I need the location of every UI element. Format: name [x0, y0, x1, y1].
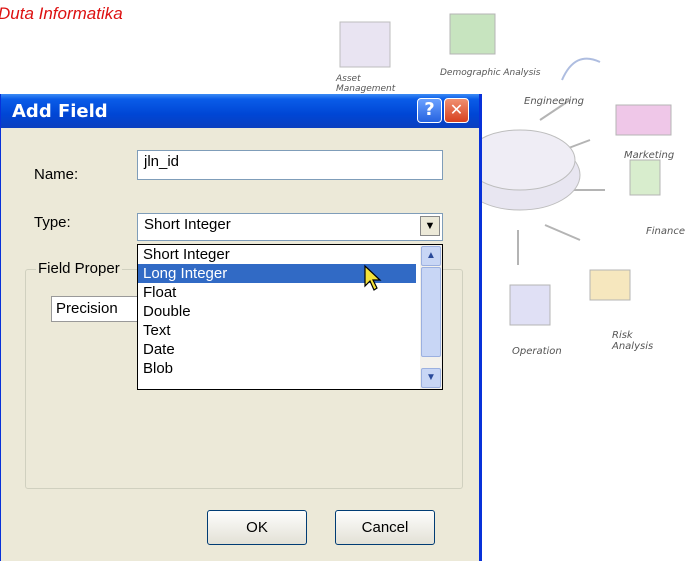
brand-title: Duta Informatika [0, 4, 123, 23]
close-icon[interactable]: ✕ [444, 98, 469, 123]
bg-label-operation: Operation [512, 346, 562, 357]
bg-label-engineering: Engineering [524, 96, 584, 107]
bg-label-asset: Asset Management [336, 74, 396, 94]
scroll-thumb[interactable] [421, 267, 441, 357]
dialog-title: Add Field [12, 101, 108, 122]
name-label: Name: [34, 166, 79, 183]
type-select-value: Short Integer [144, 216, 231, 233]
type-dropdown-list[interactable]: Short Integer Long Integer Float Double … [137, 244, 443, 390]
list-item[interactable]: Date [138, 340, 416, 359]
scroll-down-icon[interactable]: ▼ [421, 368, 441, 388]
type-label: Type: [34, 214, 71, 231]
chevron-down-icon[interactable]: ▼ [420, 216, 440, 236]
precision-cell[interactable]: Precision [51, 296, 151, 322]
list-scrollbar[interactable]: ▲ ▼ [420, 245, 442, 389]
list-item[interactable]: Double [138, 302, 416, 321]
cancel-button[interactable]: Cancel [335, 510, 435, 545]
ok-button[interactable]: OK [207, 510, 307, 545]
name-field[interactable]: jln_id [137, 150, 443, 180]
bg-label-marketing: Marketing [624, 150, 675, 161]
dialog-titlebar[interactable]: Add Field ? ✕ [1, 94, 479, 128]
type-select[interactable]: Short Integer ▼ [137, 213, 443, 241]
bg-label-risk: Risk Analysis [612, 330, 654, 352]
field-properties-label: Field Proper [36, 260, 122, 277]
list-item[interactable]: Text [138, 321, 416, 340]
mouse-pointer-icon [364, 264, 382, 291]
list-item[interactable]: Short Integer [138, 245, 416, 264]
scroll-up-icon[interactable]: ▲ [421, 246, 441, 266]
help-icon[interactable]: ? [417, 98, 442, 123]
add-field-dialog: Add Field ? ✕ Name: jln_id Type: Short I… [0, 94, 482, 561]
bg-label-demographic: Demographic Analysis [440, 68, 541, 78]
bg-label-finance: Finance [646, 226, 685, 237]
list-item[interactable]: Blob [138, 359, 416, 378]
